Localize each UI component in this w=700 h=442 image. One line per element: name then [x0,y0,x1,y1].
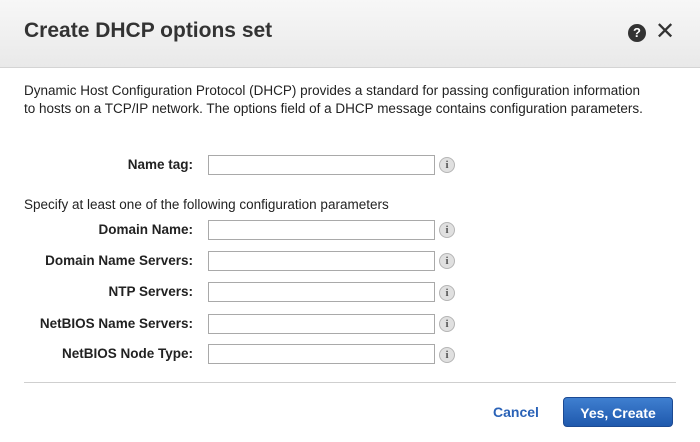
netbios-node-type-label: NetBIOS Node Type: [61,346,193,361]
domain-name-servers-input[interactable] [208,251,435,271]
ntp-servers-input[interactable] [208,282,435,302]
netbios-name-servers-input[interactable] [208,314,435,334]
dialog-title: Create DHCP options set [24,19,273,42]
yes-create-button[interactable]: Yes, Create [563,397,673,427]
dialog-header: Create DHCP options set ? ✕ [0,0,700,68]
netbios-node-type-input[interactable] [208,344,435,364]
name-tag-label: Name tag: [127,157,193,172]
domain-name-servers-info-icon[interactable]: i [439,253,455,269]
help-icon[interactable]: ? [628,24,646,42]
footer-divider [24,382,676,383]
create-dhcp-options-dialog: Create DHCP options set ? ✕ Dynamic Host… [0,0,700,442]
netbios-node-type-info-icon[interactable]: i [439,347,455,363]
name-tag-input[interactable] [208,155,435,175]
domain-name-servers-label: Domain Name Servers: [45,253,193,268]
domain-name-label: Domain Name: [98,222,193,237]
netbios-name-servers-label: NetBIOS Name Servers: [39,316,193,331]
domain-name-input[interactable] [208,220,435,240]
dialog-description: Dynamic Host Configuration Protocol (DHC… [24,83,643,116]
name-tag-info-icon[interactable]: i [439,157,455,173]
netbios-name-servers-info-icon[interactable]: i [439,316,455,332]
config-instruction: Specify at least one of the following co… [24,197,389,212]
ntp-servers-info-icon[interactable]: i [439,285,455,301]
close-icon[interactable]: ✕ [655,19,675,45]
domain-name-info-icon[interactable]: i [439,222,455,238]
ntp-servers-label: NTP Servers: [108,284,193,299]
cancel-button[interactable]: Cancel [481,402,551,422]
